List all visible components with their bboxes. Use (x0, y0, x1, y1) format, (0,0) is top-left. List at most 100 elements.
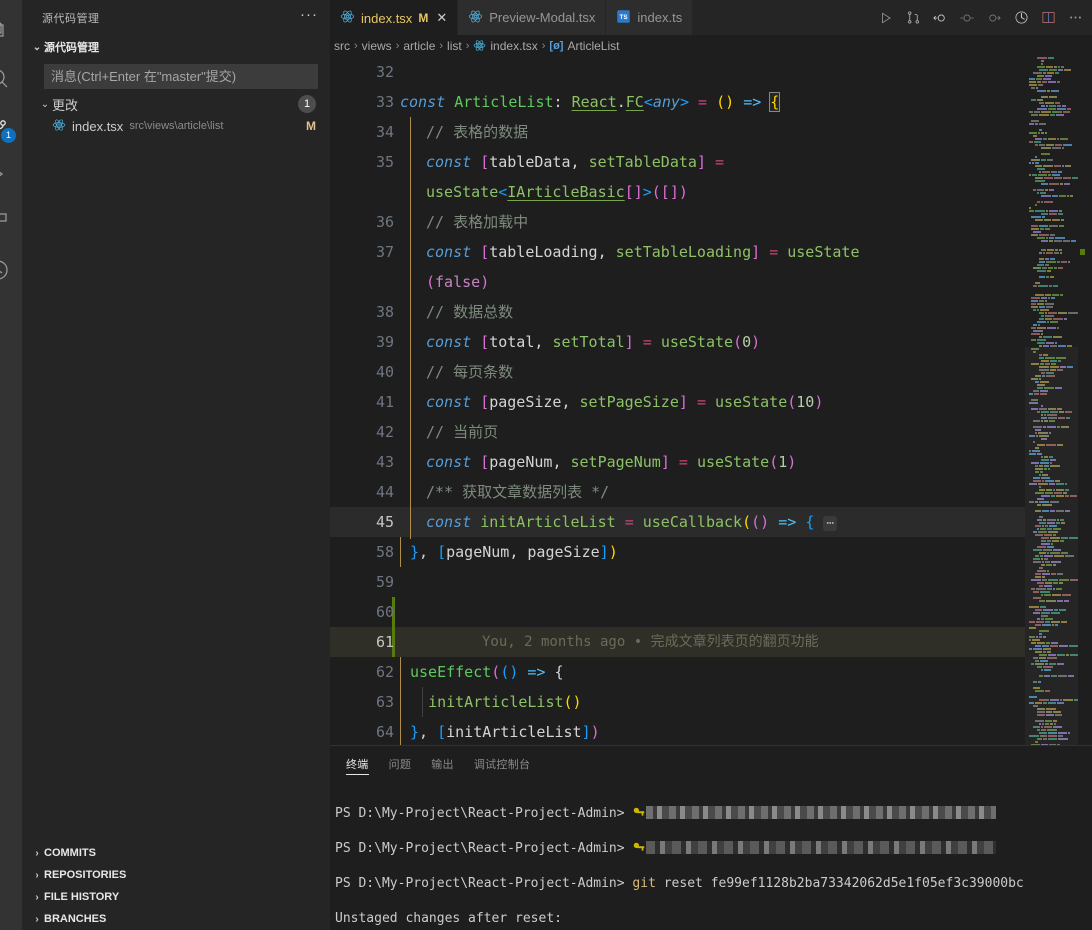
key-icon (632, 841, 646, 856)
code-line-blame[interactable]: 61 You, 2 months ago • 完成文章列表页的翻页功能 (330, 627, 1025, 657)
code-line[interactable]: 62 useEffect(() => { (330, 657, 1025, 687)
run-code-icon[interactable] (877, 8, 895, 28)
terminal-output[interactable]: PS D:\My-Project\React-Project-Admin> PS… (330, 781, 1092, 930)
code-line[interactable]: 58 }, [pageNum, pageSize]) (330, 537, 1025, 567)
code-line[interactable]: 35 const [tableData, setTableData] = use… (330, 147, 1025, 207)
minimap-line (1025, 204, 1078, 206)
code-line[interactable]: 36 // 表格加载中 (330, 207, 1025, 237)
code-line[interactable]: 32 (330, 57, 1025, 87)
breadcrumb-item-src[interactable]: src (334, 39, 350, 53)
more-actions-icon[interactable] (1066, 8, 1084, 28)
sidebar-section-branches[interactable]: › BRANCHES (22, 908, 330, 930)
minimap-line (1025, 243, 1078, 245)
line-number: 61 (375, 633, 394, 651)
minimap-line (1025, 63, 1078, 65)
code-line[interactable]: 64 }, [initArticleList]) (330, 717, 1025, 747)
chevron-right-icon: › (35, 913, 39, 925)
code-line[interactable]: 37 const [tableLoading, setTableLoading]… (330, 237, 1025, 297)
split-editor-icon[interactable] (1039, 8, 1057, 28)
source-control-graph-icon[interactable] (904, 8, 922, 28)
sidebar-more-actions-icon[interactable]: ··· (300, 7, 318, 26)
scm-changes-group[interactable]: ⌄ 更改 1 (22, 93, 330, 115)
code-line[interactable]: 63 initArticleList() (330, 687, 1025, 717)
editor-tab-bar: index.tsx M ✕ Preview-Modal.tsx TS index… (330, 0, 1092, 35)
scm-changes-label: 更改 (52, 97, 79, 113)
explorer-icon[interactable] (0, 6, 22, 54)
code-line[interactable]: 34 // 表格的数据 (330, 117, 1025, 147)
source-control-icon[interactable]: 1 (0, 102, 22, 150)
sidebar-section-commits[interactable]: › COMMITS (22, 842, 330, 864)
line-number: 33 (375, 93, 394, 111)
code-line[interactable]: 41 const [pageSize, setPageSize] = useSt… (330, 387, 1025, 417)
redacted-text (646, 805, 997, 819)
extensions-icon[interactable] (0, 198, 22, 246)
tab-index-tsx[interactable]: index.tsx M ✕ (330, 0, 459, 35)
breadcrumb-item-symbol[interactable]: ArticleList (567, 39, 619, 53)
line-number: 59 (375, 573, 394, 591)
sidebar-section-file-history[interactable]: › FILE HISTORY (22, 886, 330, 908)
code-line[interactable]: 60 (330, 597, 1025, 627)
line-content: // 表格的数据 (400, 117, 1025, 147)
minimap-line (1025, 231, 1078, 233)
line-content: const [tableData, setTableData] = useSta… (400, 147, 1025, 207)
tab-preview-modal-tsx[interactable]: Preview-Modal.tsx (458, 0, 607, 35)
breadcrumb: src › views › article › list › index.tsx… (330, 35, 1092, 57)
tab-index-ts[interactable]: TS index.ts (606, 0, 694, 35)
line-number: 42 (375, 423, 394, 441)
tab-output[interactable]: 输出 (423, 746, 462, 781)
minimap-line (1025, 264, 1078, 266)
breadcrumb-item-list[interactable]: list (447, 39, 462, 53)
code-line[interactable]: 59 (330, 567, 1025, 597)
scm-file-row[interactable]: index.tsx src\views\article\list M (22, 115, 330, 137)
tab-terminal[interactable]: 终端 (338, 746, 377, 781)
minimap-line (1025, 336, 1078, 338)
step-forward-icon[interactable] (985, 8, 1003, 28)
git-blame-annotation[interactable]: You, 2 months ago • 完成文章列表页的翻页功能 (482, 634, 819, 650)
tab-debug-console[interactable]: 调试控制台 (466, 746, 539, 781)
scm-body: ⌄ 更改 1 index.tsx src\views\article\list … (22, 59, 330, 141)
sidebar-section-repositories[interactable]: › REPOSITORIES (22, 864, 330, 886)
step-back-icon[interactable] (931, 8, 949, 28)
code-line[interactable]: 43 const [pageNum, setPageNum] = useStat… (330, 447, 1025, 477)
run-and-debug-icon[interactable] (0, 150, 22, 198)
code-line[interactable]: 44 /** 获取文章数据列表 */ (330, 477, 1025, 507)
minimap-line (1025, 240, 1078, 242)
fold-ellipsis[interactable]: ⋯ (823, 516, 838, 531)
minimap-line (1025, 129, 1078, 131)
minimap-line (1025, 237, 1078, 239)
breadcrumb-item-file[interactable]: index.tsx (490, 39, 537, 53)
line-content: // 数据总数 (400, 297, 1025, 327)
tab-problems[interactable]: 问题 (381, 746, 420, 781)
breadcrumb-item-article[interactable]: article (403, 39, 435, 53)
code-line[interactable]: 38 // 数据总数 (330, 297, 1025, 327)
minimap-line (1025, 276, 1078, 278)
line-content: const [pageNum, setPageNum] = useState(1… (400, 447, 1025, 477)
minimap-line (1025, 300, 1078, 302)
scm-section-header[interactable]: ⌄ 源代码管理 (22, 35, 330, 59)
minimap-slider[interactable] (1025, 347, 1078, 747)
code-line[interactable]: 42 // 当前页 (330, 417, 1025, 447)
minimap-line (1025, 246, 1078, 248)
minimap-line (1025, 228, 1078, 230)
debug-breakpoint-icon[interactable] (958, 8, 976, 28)
minimap-line (1025, 267, 1078, 269)
minimap-line (1025, 198, 1078, 200)
close-icon[interactable]: ✕ (436, 10, 447, 26)
minimap-line (1025, 87, 1078, 89)
code-line[interactable]: 40 // 每页条数 (330, 357, 1025, 387)
breadcrumb-item-views[interactable]: views (362, 39, 392, 53)
line-content: const [tableLoading, setTableLoading] = … (400, 237, 1025, 297)
minimap-line (1025, 201, 1078, 203)
timeline-icon[interactable] (0, 246, 22, 294)
code-line-folded[interactable]: 45 const initArticleList = useCallback((… (330, 507, 1025, 539)
debug-alt-icon[interactable] (1012, 8, 1030, 28)
terminal-line: PS D:\My-Project\React-Project-Admin> (335, 840, 1092, 858)
code-line[interactable]: 39 const [total, setTotal] = useState(0) (330, 327, 1025, 357)
minimap-line (1025, 186, 1078, 188)
minimap-line (1025, 192, 1078, 194)
code-line[interactable]: 33 const ArticleList: React.FC<any> = ()… (330, 87, 1025, 117)
minimap-line (1025, 96, 1078, 98)
commit-message-input[interactable] (44, 64, 318, 89)
minimap-line (1025, 156, 1078, 158)
search-icon[interactable] (0, 54, 22, 102)
